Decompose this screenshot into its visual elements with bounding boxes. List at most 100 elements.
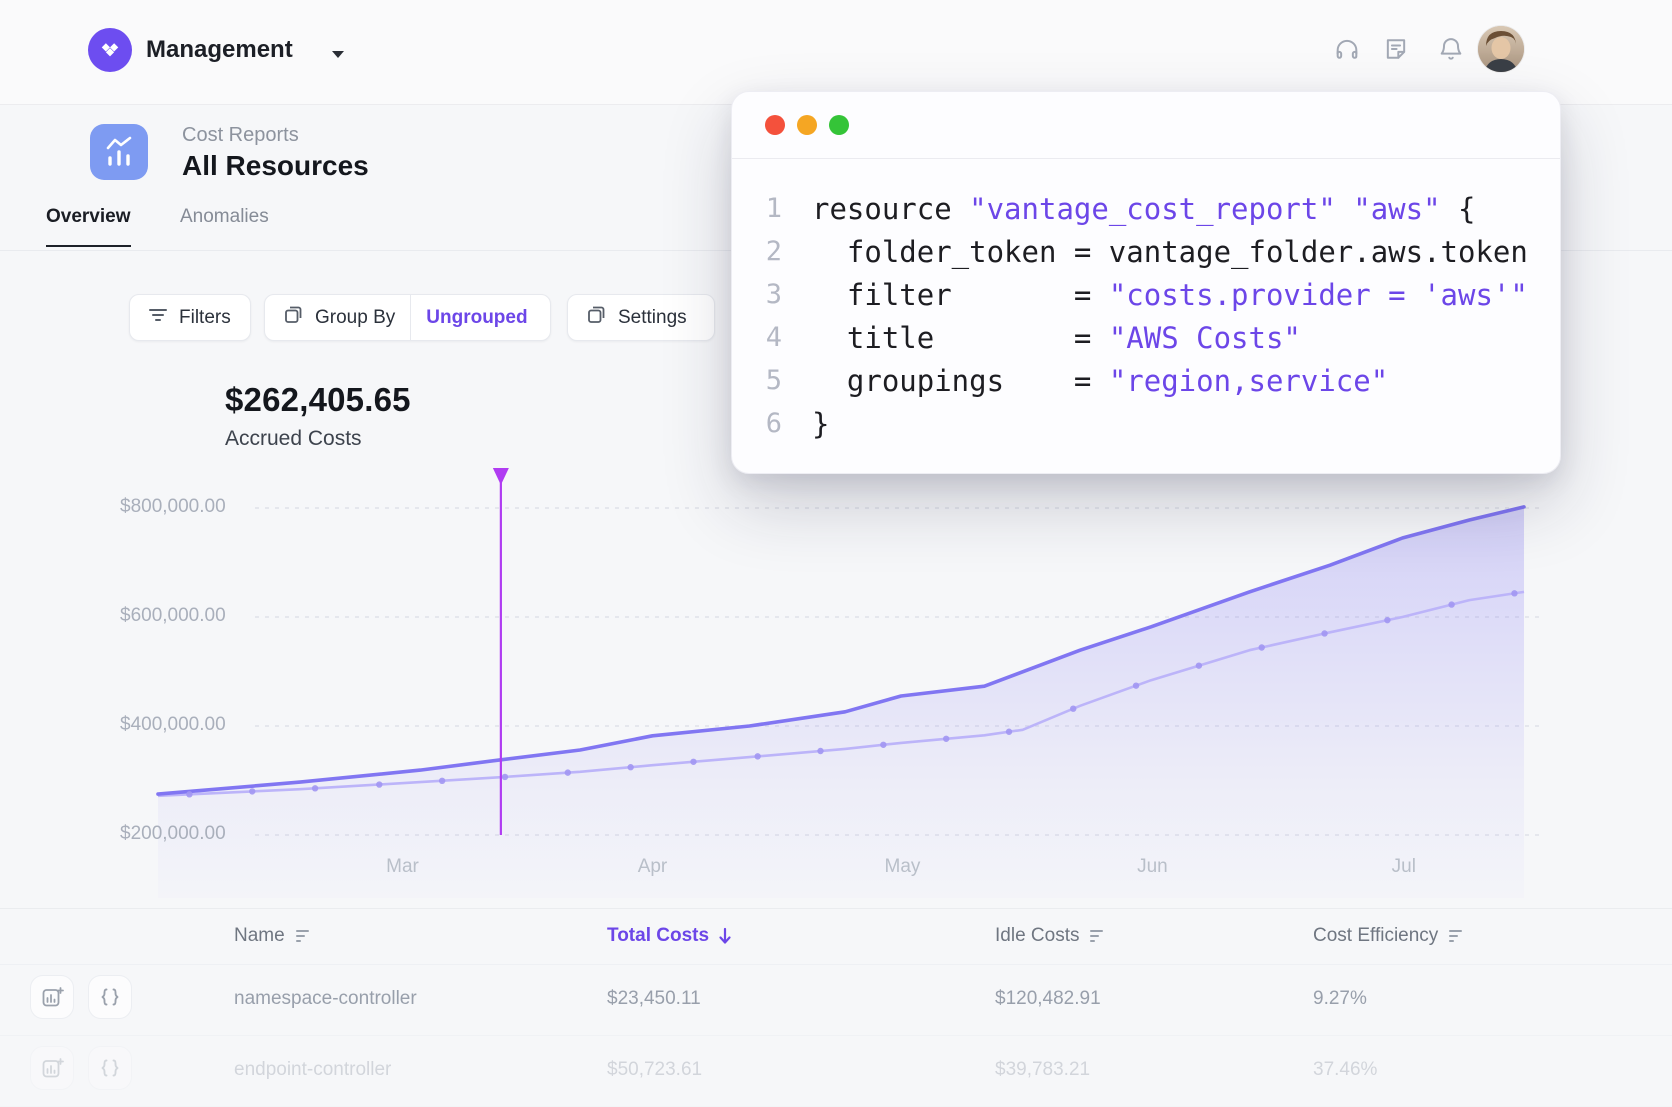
line-number: 5 xyxy=(732,365,782,396)
data-point-dot xyxy=(186,791,192,797)
code-text: resource "vantage_cost_report" "aws" { xyxy=(782,192,1476,226)
code-braces-button[interactable] xyxy=(88,975,132,1019)
sort-icon xyxy=(1088,929,1107,944)
group-by-stack-icon xyxy=(283,304,304,331)
table-header-row: Name Total Costs Idle Costs Cost Efficiency xyxy=(0,909,1672,965)
avatar[interactable] xyxy=(1478,26,1524,72)
traffic-light-minimize-button[interactable] xyxy=(797,115,817,135)
code-text: folder_token = vantage_folder.aws.token xyxy=(782,235,1528,269)
filters-label: Filters xyxy=(179,307,231,329)
data-point-dot xyxy=(1133,682,1139,688)
column-header-eff[interactable]: Cost Efficiency xyxy=(1313,925,1466,947)
data-point-dot xyxy=(880,742,886,748)
code-braces-button[interactable] xyxy=(88,1046,132,1090)
cell-eff: 37.46% xyxy=(1313,1059,1377,1081)
code-line: 4 title = "AWS Costs" xyxy=(732,316,1560,359)
x-axis-label: Jun xyxy=(1107,856,1197,878)
row-actions xyxy=(30,975,132,1019)
group-by-value[interactable]: Ungrouped xyxy=(426,307,527,329)
line-number: 4 xyxy=(732,322,782,353)
cell-total: $50,723.61 xyxy=(607,1059,702,1081)
data-point-dot xyxy=(376,781,382,787)
code-window-titlebar xyxy=(732,92,1560,159)
settings-stack-icon xyxy=(586,304,607,331)
group-by-button[interactable]: Group By Ungrouped xyxy=(264,294,551,341)
tab-overview[interactable]: Overview xyxy=(46,206,131,247)
x-axis-label: Apr xyxy=(607,856,697,878)
filter-icon xyxy=(148,306,168,330)
x-axis-label: Mar xyxy=(358,856,448,878)
cost-report-icon xyxy=(90,124,148,180)
code-line: 6} xyxy=(732,402,1560,445)
cell-name: namespace-controller xyxy=(234,988,417,1010)
accrued-costs-amount: $262,405.65 xyxy=(225,381,411,419)
cell-name: endpoint-controller xyxy=(234,1059,391,1081)
table-row[interactable]: endpoint-controller $50,723.61 $39,783.21 3… xyxy=(0,1036,1672,1107)
filters-button[interactable]: Filters xyxy=(129,294,251,341)
code-editor-window[interactable]: 1resource "vantage_cost_report" "aws" {2… xyxy=(731,91,1561,474)
data-point-dot xyxy=(817,748,823,754)
data-point-dot xyxy=(690,759,696,765)
data-point-dot xyxy=(754,753,760,759)
data-point-dot xyxy=(565,769,571,775)
resources-table: Name Total Costs Idle Costs Cost Efficiency… xyxy=(0,908,1672,1107)
code-body: 1resource "vantage_cost_report" "aws" {2… xyxy=(732,159,1560,445)
settings-label: Settings xyxy=(618,307,687,329)
add-chart-button[interactable] xyxy=(30,975,74,1019)
sort-icon xyxy=(294,929,313,944)
page-title: All Resources xyxy=(182,150,369,182)
column-label: Idle Costs xyxy=(995,925,1079,947)
settings-button[interactable]: Settings xyxy=(567,294,715,341)
code-line: 3 filter = "costs.provider = 'aws'" xyxy=(732,273,1560,316)
line-number: 3 xyxy=(732,279,782,310)
column-label: Name xyxy=(234,925,285,947)
data-point-dot xyxy=(249,788,255,794)
tab-anomalies[interactable]: Anomalies xyxy=(180,206,269,245)
data-point-dot xyxy=(1006,729,1012,735)
column-header-total[interactable]: Total Costs xyxy=(607,925,732,947)
column-label: Total Costs xyxy=(607,925,709,947)
code-line: 5 groupings = "region,service" xyxy=(732,359,1560,402)
column-header-idle[interactable]: Idle Costs xyxy=(995,925,1107,947)
column-header-name[interactable]: Name xyxy=(234,925,313,947)
data-point-dot xyxy=(627,764,633,770)
row-actions xyxy=(30,1046,132,1090)
data-point-dot xyxy=(1196,662,1202,668)
sort-desc-arrow-icon xyxy=(718,927,732,945)
column-label: Cost Efficiency xyxy=(1313,925,1438,947)
code-text: groupings = "region,service" xyxy=(782,364,1388,398)
workspace-name[interactable]: Management xyxy=(146,36,293,64)
feedback-note-icon[interactable] xyxy=(1382,35,1410,63)
y-axis-label: $600,000.00 xyxy=(120,605,226,627)
data-point-dot xyxy=(439,778,445,784)
data-point-dot xyxy=(502,774,508,780)
cost-chart-canvas[interactable] xyxy=(0,440,1560,920)
cost-chart[interactable]: $800,000.00$600,000.00$400,000.00$200,00… xyxy=(0,440,1560,920)
vantage-logo-icon[interactable] xyxy=(88,28,132,72)
cell-idle: $39,783.21 xyxy=(995,1059,1090,1081)
line-number: 6 xyxy=(732,408,782,439)
code-text: filter = "costs.provider = 'aws'" xyxy=(782,278,1528,312)
bell-icon[interactable] xyxy=(1437,35,1465,63)
x-axis-label: May xyxy=(857,856,947,878)
y-axis-label: $400,000.00 xyxy=(120,714,226,736)
code-line: 2 folder_token = vantage_folder.aws.toke… xyxy=(732,230,1560,273)
chevron-down-icon[interactable] xyxy=(330,46,346,64)
traffic-light-zoom-button[interactable] xyxy=(829,115,849,135)
y-axis-label: $800,000.00 xyxy=(120,496,226,518)
logo-diamonds xyxy=(95,35,125,65)
data-point-dot xyxy=(1321,630,1327,636)
chart-cursor-handle[interactable] xyxy=(493,468,509,485)
data-point-dot xyxy=(312,785,318,791)
group-by-label: Group By xyxy=(315,307,395,329)
headphones-icon[interactable] xyxy=(1333,35,1361,63)
traffic-light-close-button[interactable] xyxy=(765,115,785,135)
breadcrumb: Cost Reports xyxy=(182,124,299,147)
add-chart-button[interactable] xyxy=(30,1046,74,1090)
button-divider xyxy=(410,294,411,341)
table-row[interactable]: namespace-controller$23,450.11$120,482.9… xyxy=(0,965,1672,1036)
x-axis-label: Jul xyxy=(1359,856,1449,878)
data-point-dot xyxy=(1259,644,1265,650)
app-root: Management xyxy=(0,0,1672,1070)
data-point-dot xyxy=(1448,601,1454,607)
